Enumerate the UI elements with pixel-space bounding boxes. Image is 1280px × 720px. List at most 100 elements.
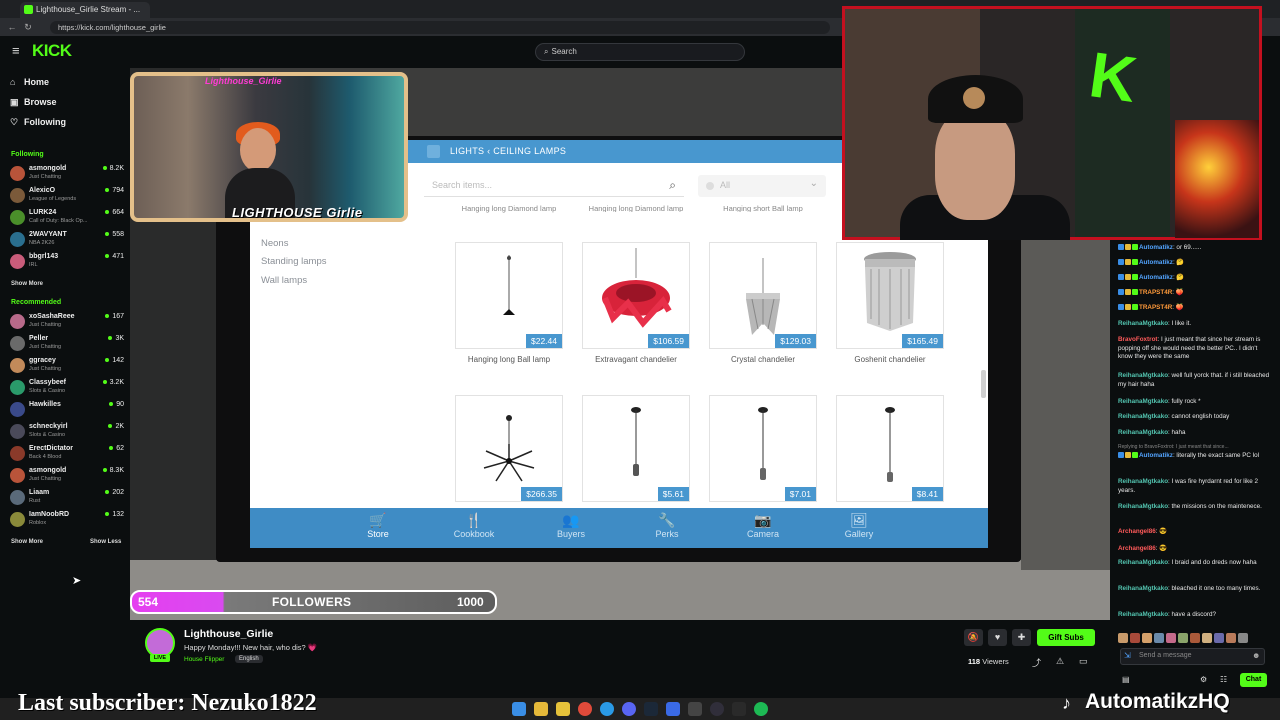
discord-icon[interactable] <box>622 702 636 716</box>
chat-username[interactable]: ReihanaMgtkako <box>1118 398 1168 405</box>
chat-username[interactable]: BravoFoxtrot <box>1118 336 1158 343</box>
obs-icon[interactable] <box>710 702 724 716</box>
steam-icon[interactable] <box>644 702 658 716</box>
store-scrollbar[interactable] <box>981 370 986 398</box>
show-more-following[interactable]: Show More <box>11 281 43 287</box>
sidebar-channel-row[interactable]: asmongold Just Chatting 8.3K <box>10 465 124 487</box>
store-search-input[interactable]: Search items... ⌕ <box>424 175 684 197</box>
back-box-icon[interactable] <box>427 145 440 158</box>
follow-heart-icon[interactable]: ♥ <box>988 629 1007 646</box>
settings-gear-icon[interactable]: ⚙ <box>1200 675 1207 684</box>
chat-rules-icon[interactable]: ☷ <box>1220 675 1227 684</box>
language-tag[interactable]: English <box>235 655 263 663</box>
edge-icon[interactable] <box>600 702 614 716</box>
sidebar-channel-row[interactable]: ggracey Just Chatting 142 <box>10 355 124 377</box>
chat-username[interactable]: ReihanaMgtkako <box>1118 372 1168 379</box>
tab-camera[interactable]: 📷 Camera <box>723 512 803 539</box>
sidebar-channel-row[interactable]: Peller Just Chatting 3K <box>10 333 124 355</box>
chat-username[interactable]: TRAPST4R <box>1139 289 1172 296</box>
emote-icon[interactable] <box>1142 633 1152 643</box>
sidebar-channel-row[interactable]: asmongold Just Chatting 8.2K <box>10 163 124 185</box>
emote-icon[interactable] <box>1190 633 1200 643</box>
sidebar-channel-row[interactable]: schneckyirl Slots & Casino 2K <box>10 421 124 443</box>
chat-username[interactable]: ReihanaMgtkako <box>1118 559 1168 566</box>
tab-store[interactable]: 🛒 Store <box>338 512 418 539</box>
file-explorer-icon[interactable] <box>534 702 548 716</box>
sidebar-channel-row[interactable]: Liaam Rust 202 <box>10 487 124 509</box>
store-item-card[interactable]: $129.03 <box>709 242 817 349</box>
extras-icon[interactable]: ✚ <box>1012 629 1031 646</box>
app-icon[interactable] <box>688 702 702 716</box>
chat-username[interactable]: TRAPST4R <box>1139 304 1172 311</box>
store-item-card[interactable]: $266.35 <box>455 395 563 502</box>
browser-tab[interactable]: Lighthouse_Girlie Stream - ... <box>20 2 150 18</box>
emote-icon[interactable] <box>1214 633 1224 643</box>
store-item-card[interactable]: $8.41 <box>836 395 944 502</box>
category-standing-lamps[interactable]: Standing lamps <box>261 256 326 267</box>
emote-icon[interactable] <box>1166 633 1176 643</box>
chat-username[interactable]: ReihanaMgtkako <box>1118 585 1168 592</box>
tab-gallery[interactable]: 🖼 Gallery <box>819 512 899 539</box>
store-item-card[interactable]: $22.44 <box>455 242 563 349</box>
nav-home[interactable]: ⌂ Home <box>10 77 120 93</box>
chat-username[interactable]: ReihanaMgtkako <box>1118 320 1168 327</box>
emote-icon[interactable] <box>1118 633 1128 643</box>
chat-username[interactable]: ReihanaMgtkako <box>1118 503 1168 510</box>
gift-subs-button[interactable]: Gift Subs <box>1037 629 1095 646</box>
report-icon[interactable]: ⚠ <box>1056 656 1064 667</box>
show-less-recommended[interactable]: Show Less <box>90 539 121 545</box>
store-item-card[interactable]: $106.59 <box>582 242 690 349</box>
sidebar-channel-row[interactable]: 2WAVYANT NBA 2K26 558 <box>10 229 124 251</box>
emote-icon[interactable] <box>1130 633 1140 643</box>
emote-icon[interactable] <box>1238 633 1248 643</box>
theater-icon[interactable]: ▭ <box>1079 656 1088 667</box>
store-item-card[interactable]: $165.49 <box>836 242 944 349</box>
nav-following[interactable]: ♡ Following <box>10 117 120 133</box>
back-icon[interactable]: ← <box>6 21 18 33</box>
store-item-card[interactable]: $5.61 <box>582 395 690 502</box>
chat-username[interactable]: ReihanaMgtkako <box>1118 413 1168 420</box>
emote-icon[interactable] <box>1202 633 1212 643</box>
tab-perks[interactable]: 🔧 Perks <box>627 512 707 539</box>
app-icon[interactable] <box>732 702 746 716</box>
kick-logo[interactable]: KICK <box>32 41 72 61</box>
store-item-card[interactable]: $7.01 <box>709 395 817 502</box>
show-more-recommended[interactable]: Show More <box>11 539 43 545</box>
chat-username[interactable]: ReihanaMgtkako <box>1118 429 1168 436</box>
category-neons[interactable]: Neons <box>261 238 288 249</box>
search-input[interactable]: ⌕ Search <box>535 43 745 61</box>
sidebar-channel-row[interactable]: bbgrl143 IRL 471 <box>10 251 124 273</box>
chat-username[interactable]: Archangel86 <box>1118 545 1156 552</box>
sidebar-channel-row[interactable]: Hawkilles 90 <box>10 399 124 421</box>
stream-category[interactable]: House Flipper <box>184 656 224 663</box>
chat-username[interactable]: Automatikz <box>1139 452 1173 459</box>
sidebar-channel-row[interactable]: IamNoobRD Roblox 132 <box>10 509 124 531</box>
chat-username[interactable]: Automatikz <box>1139 244 1173 251</box>
windows-start-icon[interactable] <box>512 702 526 716</box>
chat-username[interactable]: ReihanaMgtkako <box>1118 611 1168 618</box>
emote-icon[interactable] <box>1178 633 1188 643</box>
emote-icon[interactable] <box>1154 633 1164 643</box>
breadcrumb-root[interactable]: LIGHTS <box>450 146 484 156</box>
sidebar-channel-row[interactable]: Classybeef Slots & Casino 3.2K <box>10 377 124 399</box>
chat-send-button[interactable]: Chat <box>1240 673 1267 687</box>
chrome-icon[interactable] <box>578 702 592 716</box>
sidebar-channel-row[interactable]: xoSashaReee Just Chatting 167 <box>10 311 124 333</box>
chat-username[interactable]: Automatikz <box>1139 259 1173 266</box>
channel-name[interactable]: Lighthouse_Girlie <box>184 628 273 640</box>
sidebar-channel-row[interactable]: LURK24 Call of Duty: Black Op... 664 <box>10 207 124 229</box>
mute-notifications-icon[interactable]: 🔕 <box>964 629 983 646</box>
spotify-icon[interactable] <box>754 702 768 716</box>
url-field[interactable]: https://kick.com/lighthouse_girlie <box>50 21 830 34</box>
emote-icon[interactable] <box>1226 633 1236 643</box>
chat-input[interactable]: Send a message <box>1120 648 1265 665</box>
folder-icon[interactable] <box>556 702 570 716</box>
sidebar-channel-row[interactable]: AlexicO League of Legends 794 <box>10 185 124 207</box>
chat-username[interactable]: Automatikz <box>1139 274 1173 281</box>
reload-icon[interactable]: ↻ <box>22 21 34 33</box>
tab-buyers[interactable]: 👥 Buyers <box>531 512 611 539</box>
chat-menu-icon[interactable]: ▤ <box>1122 675 1130 684</box>
chat-username[interactable]: Archangel86 <box>1118 528 1156 535</box>
chat-username[interactable]: ReihanaMgtkako <box>1118 478 1168 485</box>
app-icon[interactable] <box>666 702 680 716</box>
